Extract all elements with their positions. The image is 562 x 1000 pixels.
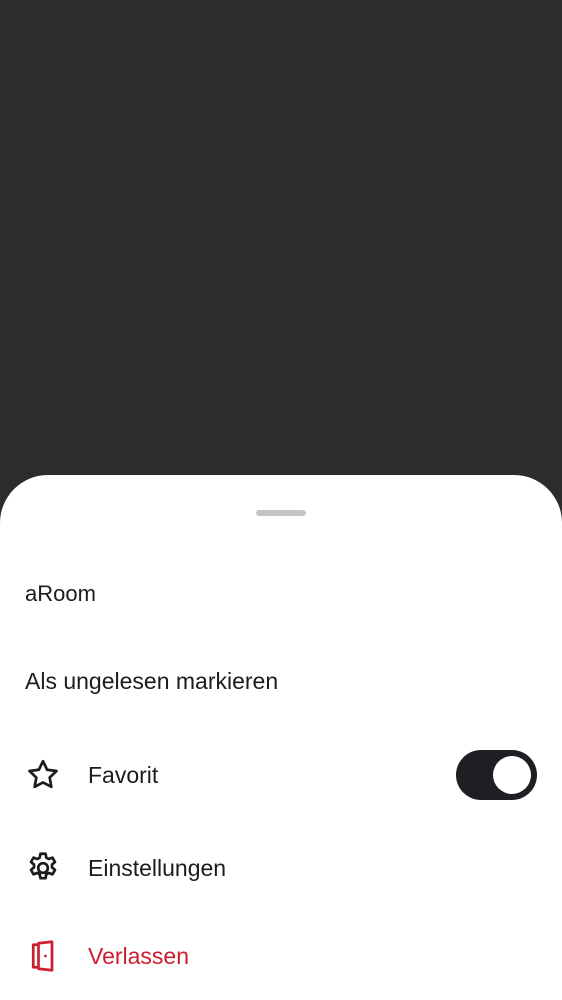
favourite-label: Favorit (88, 762, 159, 788)
toggle-knob (493, 756, 531, 794)
door-exit-icon (25, 938, 61, 974)
room-name-title: aRoom (25, 581, 96, 606)
leave-label: Verlassen (88, 943, 190, 969)
settings-action[interactable]: Einstellungen (0, 828, 562, 908)
leave-room-action[interactable]: Verlassen (0, 916, 562, 996)
mark-unread-label: Als ungelesen markieren (25, 668, 279, 694)
gear-icon (25, 850, 61, 886)
drag-handle[interactable] (256, 510, 306, 516)
favourite-action[interactable]: Favorit (0, 735, 562, 815)
favourite-toggle[interactable] (456, 750, 537, 800)
app-screen: aRoom Als ungelesen markieren Favorit Ei… (0, 0, 562, 1000)
background-scrim[interactable] (0, 0, 562, 475)
settings-label: Einstellungen (88, 855, 227, 881)
room-options-bottom-sheet: aRoom Als ungelesen markieren Favorit Ei… (0, 475, 562, 1000)
star-icon (25, 757, 61, 793)
mark-unread-action[interactable]: Als ungelesen markieren (0, 641, 562, 721)
